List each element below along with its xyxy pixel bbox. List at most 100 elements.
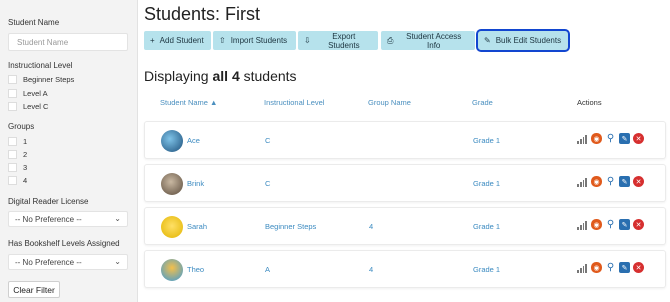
upload-icon: ⇧ [219, 36, 226, 45]
student-name-label: Student Name [8, 18, 60, 27]
group-name-cell: 4 [369, 222, 374, 231]
groups-label: Groups [8, 122, 35, 131]
table-row: Sarah Beginner Steps 4 Grade 1 ◉ ⚲ ✎ ✕ [144, 207, 666, 245]
row-actions: ◉ ⚲ ✎ ✕ [577, 176, 647, 187]
mask-icon[interactable]: ◉ [591, 262, 602, 273]
avatar [161, 259, 183, 281]
delete-icon[interactable]: ✕ [633, 262, 644, 273]
bulk-edit-students-button[interactable]: ✎ Bulk Edit Students [476, 29, 570, 52]
summary-prefix: Displaying [144, 68, 213, 84]
reading-level-bars-icon[interactable] [577, 219, 588, 230]
student-name-link[interactable]: Theo [187, 265, 204, 274]
mask-icon[interactable]: ◉ [591, 176, 602, 187]
avatar [161, 173, 183, 195]
level-option-label: Beginner Steps [23, 75, 75, 84]
button-label: Import Students [230, 36, 288, 45]
button-label: Export Students [328, 31, 360, 50]
import-students-button[interactable]: ⇧ Import Students [213, 31, 296, 50]
student-name-link[interactable]: Sarah [187, 222, 207, 231]
student-count-summary: Displaying all 4 students [144, 68, 297, 84]
digital-reader-license-select[interactable]: -- No Preference -- ⌄ [8, 211, 128, 227]
delete-icon[interactable]: ✕ [633, 219, 644, 230]
mask-icon[interactable]: ◉ [591, 219, 602, 230]
table-row: Ace C Grade 1 ◉ ⚲ ✎ ✕ [144, 121, 666, 159]
checkbox[interactable] [8, 75, 17, 84]
checkbox[interactable] [8, 150, 17, 159]
checkbox[interactable] [8, 102, 17, 111]
instructional-level-cell: C [265, 136, 271, 145]
group-checkbox-4[interactable]: 4 [8, 176, 27, 185]
plus-icon: + [150, 36, 155, 45]
delete-icon[interactable]: ✕ [633, 176, 644, 187]
summary-count: all 4 [212, 68, 240, 84]
group-option-label: 2 [23, 150, 28, 159]
checkbox[interactable] [8, 89, 17, 98]
key-icon[interactable]: ⚲ [605, 262, 616, 273]
edit-icon[interactable]: ✎ [619, 219, 630, 230]
filter-sidebar: Student Name Instructional Level Beginne… [0, 0, 138, 302]
key-icon[interactable]: ⚲ [605, 176, 616, 187]
student-access-info-button[interactable]: ⎙ Student Access Info [381, 31, 475, 50]
instructional-level-cell: C [265, 179, 271, 188]
level-checkbox-level-c[interactable]: Level C [8, 102, 48, 111]
reading-level-bars-icon[interactable] [577, 262, 588, 273]
table-row: Theo A 4 Grade 1 ◉ ⚲ ✎ ✕ [144, 250, 666, 288]
column-header-group-name[interactable]: Group Name [368, 98, 411, 107]
key-icon[interactable]: ⚲ [605, 133, 616, 144]
level-option-label: Level A [23, 89, 48, 98]
add-student-button[interactable]: + Add Student [144, 31, 211, 50]
checkbox[interactable] [8, 176, 17, 185]
instructional-level-label: Instructional Level [8, 61, 73, 70]
student-name-link[interactable]: Ace [187, 136, 200, 145]
row-actions: ◉ ⚲ ✎ ✕ [577, 219, 647, 230]
edit-icon[interactable]: ✎ [619, 133, 630, 144]
avatar [161, 216, 183, 238]
printer-icon: ⎙ [387, 35, 394, 45]
student-name-link[interactable]: Brink [187, 179, 204, 188]
row-actions: ◉ ⚲ ✎ ✕ [577, 262, 647, 273]
download-icon: ⇩ [304, 36, 311, 45]
chevron-down-icon: ⌄ [114, 214, 121, 223]
select-value: -- No Preference -- [15, 257, 82, 267]
group-checkbox-2[interactable]: 2 [8, 150, 27, 159]
checkbox[interactable] [8, 137, 17, 146]
group-option-label: 4 [23, 176, 28, 185]
level-checkbox-level-a[interactable]: Level A [8, 89, 48, 98]
student-name-input[interactable] [8, 33, 128, 51]
chevron-down-icon: ⌄ [114, 257, 121, 266]
delete-icon[interactable]: ✕ [633, 133, 644, 144]
key-icon[interactable]: ⚲ [605, 219, 616, 230]
page-title: Students: First [144, 4, 261, 24]
reading-level-bars-icon[interactable] [577, 133, 588, 144]
pencil-icon: ✎ [484, 36, 491, 45]
bookshelf-levels-select[interactable]: -- No Preference -- ⌄ [8, 254, 128, 270]
column-header-student-name[interactable]: Student Name ▲ [160, 98, 217, 107]
row-actions: ◉ ⚲ ✎ ✕ [577, 133, 647, 144]
grade-cell: Grade 1 [473, 179, 501, 188]
group-checkbox-3[interactable]: 3 [8, 163, 27, 172]
edit-icon[interactable]: ✎ [619, 262, 630, 273]
group-option-label: 3 [23, 163, 28, 172]
group-checkbox-1[interactable]: 1 [8, 137, 27, 146]
level-option-label: Level C [23, 102, 49, 111]
level-checkbox-beginner-steps[interactable]: Beginner Steps [8, 75, 74, 84]
column-header-instructional-level[interactable]: Instructional Level [264, 98, 324, 107]
column-header-actions: Actions [577, 98, 602, 107]
button-label: Add Student [159, 36, 204, 45]
reading-level-bars-icon[interactable] [577, 176, 588, 187]
export-students-button[interactable]: ⇩ Export Students [298, 31, 378, 50]
instructional-level-cell: A [265, 265, 271, 274]
grade-cell: Grade 1 [473, 222, 501, 231]
avatar [161, 130, 183, 152]
group-name-cell: 4 [369, 265, 374, 274]
group-option-label: 1 [23, 137, 28, 146]
digital-reader-license-label: Digital Reader License [8, 197, 89, 206]
column-header-grade[interactable]: Grade [472, 98, 493, 107]
grade-cell: Grade 1 [473, 265, 501, 274]
button-label: Student Access Info [406, 31, 462, 50]
edit-icon[interactable]: ✎ [619, 176, 630, 187]
summary-suffix: students [239, 68, 297, 84]
mask-icon[interactable]: ◉ [591, 133, 602, 144]
clear-filter-button[interactable]: Clear Filter [8, 281, 60, 298]
checkbox[interactable] [8, 163, 17, 172]
